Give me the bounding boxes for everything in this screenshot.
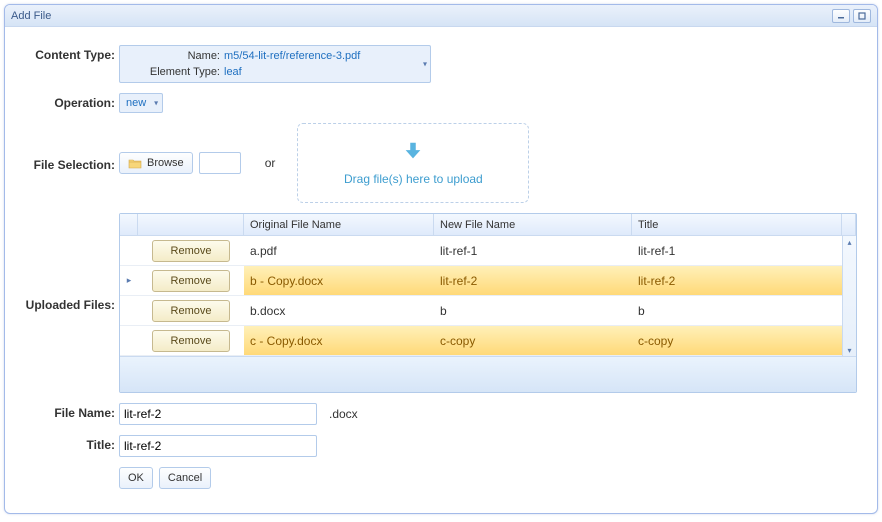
table-row[interactable]: Removeb.docxbb: [120, 296, 842, 326]
row-action-cell: Remove: [138, 296, 244, 325]
row-caret-icon: ▸: [120, 266, 138, 295]
content-type-label: Content Type:: [19, 45, 119, 62]
content-type-row: Content Type: Name: Element Type: m5/54-…: [19, 45, 863, 83]
minimize-icon: [837, 12, 845, 20]
row-caret-icon: [120, 296, 138, 325]
operation-row: Operation: new ▾: [19, 93, 863, 113]
grid-header: Original File Name New File Name Title: [120, 214, 856, 236]
download-arrow-icon: [402, 140, 424, 162]
cell-original-file-name: b - Copy.docx: [244, 266, 434, 295]
cancel-button[interactable]: Cancel: [159, 467, 211, 489]
title-row: Title:: [19, 435, 863, 457]
ct-name-label: Name:: [128, 48, 220, 64]
operation-label: Operation:: [19, 93, 119, 110]
file-name-label: File Name:: [19, 403, 119, 420]
window-title: Add File: [11, 10, 51, 22]
chevron-down-icon: ▾: [154, 99, 158, 108]
cell-new-file-name[interactable]: lit-ref-1: [434, 236, 632, 265]
cell-new-file-name[interactable]: c-copy: [434, 326, 632, 355]
add-file-dialog: Add File Content Type: Name: Element Typ…: [4, 4, 878, 514]
row-caret-icon: [120, 236, 138, 265]
action-buttons-row: OK Cancel: [19, 467, 863, 489]
file-ext-label: .docx: [329, 407, 358, 421]
file-selection-label: File Selection:: [19, 155, 119, 172]
content-type-select[interactable]: Name: Element Type: m5/54-lit-ref/refere…: [119, 45, 431, 83]
folder-icon: [128, 158, 142, 169]
ok-button[interactable]: OK: [119, 467, 153, 489]
or-label: or: [265, 156, 276, 170]
remove-button[interactable]: Remove: [152, 300, 230, 322]
operation-value: new: [126, 97, 146, 109]
scroll-down-icon[interactable]: ▾: [843, 344, 856, 356]
uploaded-files-label: Uploaded Files:: [19, 295, 119, 312]
ct-elemtype-value: leaf: [224, 64, 360, 80]
uploaded-files-row: Uploaded Files: Original File Name New F…: [19, 213, 863, 393]
cell-new-file-name[interactable]: lit-ref-2: [434, 266, 632, 295]
file-name-input[interactable]: [119, 403, 317, 425]
title-input[interactable]: [119, 435, 317, 457]
cell-new-file-name[interactable]: b: [434, 296, 632, 325]
ct-name-value: m5/54-lit-ref/reference-3.pdf: [224, 48, 360, 64]
table-row[interactable]: ▸Removeb - Copy.docxlit-ref-2lit-ref-2: [120, 266, 842, 296]
cell-original-file-name: a.pdf: [244, 236, 434, 265]
uploaded-files-grid: Original File Name New File Name Title R…: [119, 213, 857, 393]
maximize-button[interactable]: [853, 9, 871, 23]
remove-button[interactable]: Remove: [152, 240, 230, 262]
grid-header-action[interactable]: [138, 214, 244, 235]
file-dropzone[interactable]: Drag file(s) here to upload: [297, 123, 529, 203]
cell-title[interactable]: lit-ref-1: [632, 236, 842, 265]
file-selection-row: File Selection: Browse or Drag file(s) h…: [19, 123, 863, 203]
cell-original-file-name: b.docx: [244, 296, 434, 325]
grid-header-newname[interactable]: New File Name: [434, 214, 632, 235]
grid-footer: [120, 356, 856, 392]
grid-body: Removea.pdflit-ref-1lit-ref-1▸Removeb - …: [120, 236, 842, 356]
row-action-cell: Remove: [138, 236, 244, 265]
cell-title[interactable]: b: [632, 296, 842, 325]
maximize-icon: [858, 12, 866, 20]
operation-select[interactable]: new ▾: [119, 93, 163, 113]
grid-header-caret[interactable]: [120, 214, 138, 235]
minimize-button[interactable]: [832, 9, 850, 23]
file-path-input[interactable]: [199, 152, 241, 174]
file-name-row: File Name: .docx: [19, 403, 863, 425]
cell-original-file-name: c - Copy.docx: [244, 326, 434, 355]
cell-title[interactable]: lit-ref-2: [632, 266, 842, 295]
grid-scrollbar[interactable]: ▴ ▾: [842, 236, 856, 356]
browse-button[interactable]: Browse: [119, 152, 193, 174]
row-caret-icon: [120, 326, 138, 355]
browse-button-label: Browse: [147, 157, 184, 169]
row-action-cell: Remove: [138, 266, 244, 295]
ct-elemtype-label: Element Type:: [128, 64, 220, 80]
titlebar[interactable]: Add File: [5, 5, 877, 27]
chevron-down-icon: ▾: [423, 60, 427, 69]
scroll-up-icon[interactable]: ▴: [843, 236, 856, 248]
grid-header-original[interactable]: Original File Name: [244, 214, 434, 235]
cell-title[interactable]: c-copy: [632, 326, 842, 355]
grid-header-title[interactable]: Title: [632, 214, 842, 235]
grid-header-scrollbar: [842, 214, 856, 235]
remove-button[interactable]: Remove: [152, 330, 230, 352]
row-action-cell: Remove: [138, 326, 244, 355]
remove-button[interactable]: Remove: [152, 270, 230, 292]
table-row[interactable]: Removea.pdflit-ref-1lit-ref-1: [120, 236, 842, 266]
dialog-content: Content Type: Name: Element Type: m5/54-…: [5, 27, 877, 513]
title-label: Title:: [19, 435, 119, 452]
dropzone-text: Drag file(s) here to upload: [344, 172, 483, 186]
table-row[interactable]: Removec - Copy.docxc-copyc-copy: [120, 326, 842, 356]
